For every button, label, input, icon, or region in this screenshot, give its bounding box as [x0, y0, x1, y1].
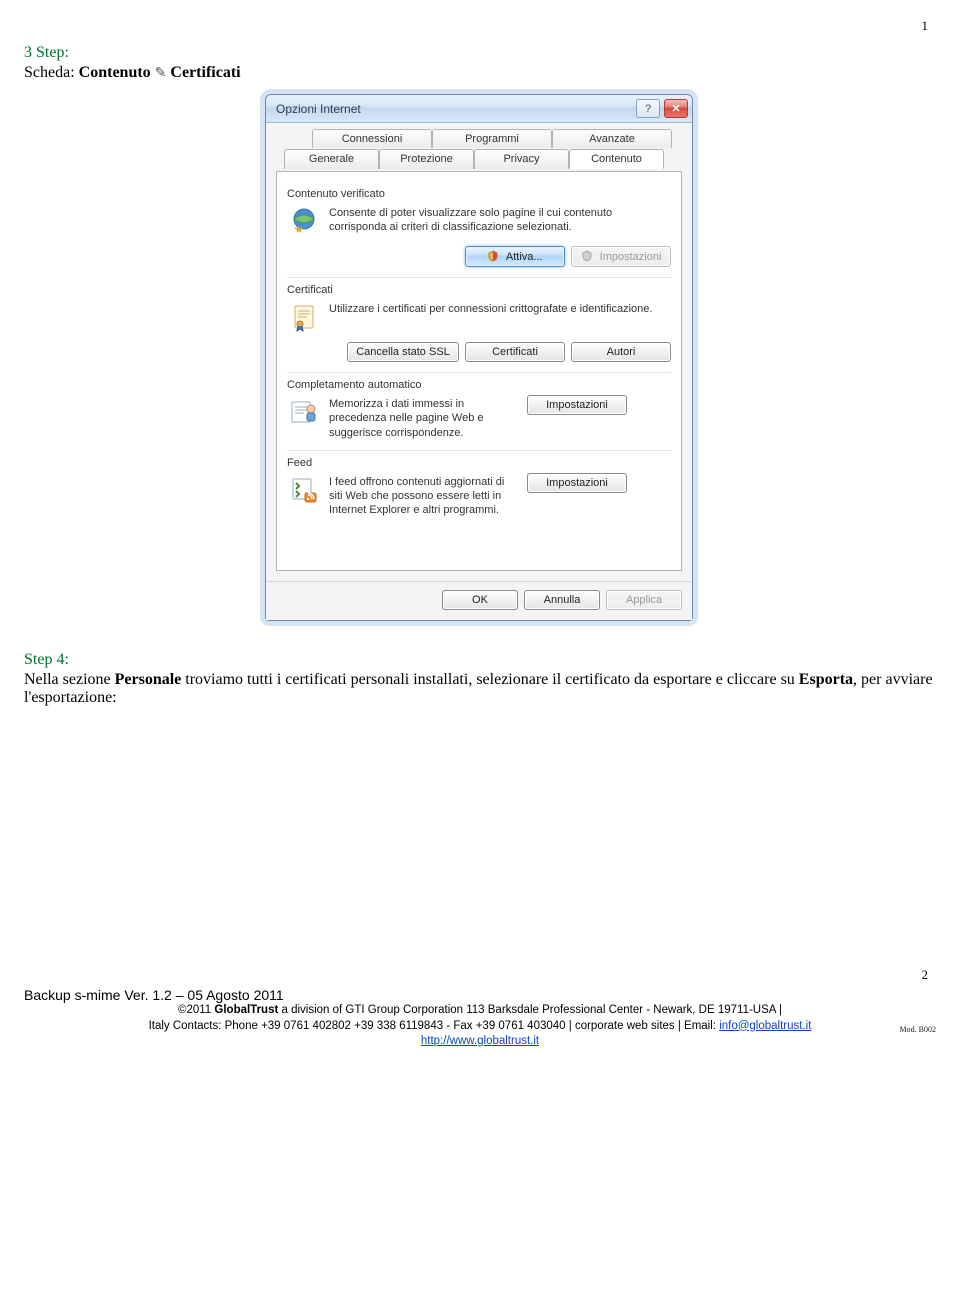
annulla-button[interactable]: Annulla [524, 590, 600, 610]
footer-line1-post: a division of GTI Group Corporation 113 … [278, 1004, 782, 1016]
tab-strip: Connessioni Programmi Avanzate Generale … [276, 129, 682, 173]
footer-title: Backup s-mime Ver. 1.2 – 05 Agosto 2011 [24, 987, 936, 1003]
certificate-icon [287, 300, 321, 334]
footer-mod: Mod. B002 [900, 1025, 936, 1036]
globe-star-icon [287, 204, 321, 238]
close-icon: ✕ [671, 102, 680, 115]
tab-avanzate[interactable]: Avanzate [552, 129, 672, 148]
pencil-icon: ✎ [155, 66, 167, 81]
help-icon: ? [645, 103, 651, 115]
ok-button[interactable]: OK [442, 590, 518, 610]
step4-pre: Nella sezione [24, 671, 115, 688]
page-number-bottom: 2 [24, 967, 936, 983]
dialog-footer: OK Annulla Applica [266, 581, 692, 620]
group3-desc: Memorizza i dati immessi in precedenza n… [329, 395, 519, 440]
dialog-title: Opzioni Internet [276, 102, 361, 116]
step3-scheda-line: Scheda: Contenuto ✎ Certificati [24, 64, 936, 82]
group-feed-header: Feed [287, 457, 671, 469]
shield-icon [487, 250, 499, 262]
close-button[interactable]: ✕ [664, 99, 688, 118]
impostazioni-contenuto-button[interactable]: Impostazioni [571, 246, 671, 267]
attiva-button-label: Attiva... [506, 251, 543, 263]
certificati-button[interactable]: Certificati [465, 342, 565, 362]
impostazioni-completamento-button[interactable]: Impostazioni [527, 395, 627, 415]
tab-generale[interactable]: Generale [284, 149, 379, 169]
footer-url-link[interactable]: http://www.globaltrust.it [421, 1035, 539, 1047]
scheda-certificati: Certificati [170, 64, 240, 81]
tab-contenuto[interactable]: Contenuto [569, 149, 664, 169]
group2-desc: Utilizzare i certificati per connessioni… [329, 300, 671, 334]
attiva-button[interactable]: Attiva... [465, 246, 565, 267]
step4-esporta: Esporta [799, 671, 853, 688]
group-certificati-header: Certificati [287, 284, 671, 296]
footer-email-link[interactable]: info@globaltrust.it [719, 1020, 811, 1032]
scheda-prefix: Scheda: [24, 64, 79, 81]
tab-connessioni[interactable]: Connessioni [312, 129, 432, 148]
group4-desc: I feed offrono contenuti aggiornati di s… [329, 473, 519, 518]
scheda-contenuto: Contenuto [79, 64, 151, 81]
internet-options-dialog: Opzioni Internet ? ✕ Connessioni Program… [265, 94, 693, 621]
autori-button[interactable]: Autori [571, 342, 671, 362]
cancella-ssl-button[interactable]: Cancella stato SSL [347, 342, 459, 362]
step3-label-text: 3 Step: [24, 44, 69, 61]
footer-line2: Italy Contacts: Phone +39 0761 402802 +3… [24, 1019, 936, 1035]
footer-url-line: http://www.globaltrust.it [24, 1034, 936, 1050]
step3-label: 3 Step: [24, 44, 936, 62]
step4-mid: troviamo tutti i certificati personali i… [181, 671, 799, 688]
feed-icon [287, 473, 321, 507]
tab-panel-contenuto: Contenuto verificato Consente di poter v… [276, 171, 682, 571]
dialog-titlebar[interactable]: Opzioni Internet ? ✕ [266, 95, 692, 123]
tab-protezione[interactable]: Protezione [379, 149, 474, 169]
page-number-top: 1 [24, 18, 936, 34]
group-contenuto-verificato-header: Contenuto verificato [287, 188, 671, 200]
step4-block: Step 4: Nella sezione Personale troviamo… [24, 651, 936, 707]
help-button[interactable]: ? [636, 99, 660, 118]
tab-privacy[interactable]: Privacy [474, 149, 569, 169]
step4-paragraph: Nella sezione Personale troviamo tutti i… [24, 671, 936, 707]
step4-label: Step 4: [24, 651, 69, 668]
step4-personale: Personale [115, 671, 182, 688]
form-autocomplete-icon [287, 395, 321, 429]
impostazioni-contenuto-label: Impostazioni [600, 251, 662, 263]
tab-programmi[interactable]: Programmi [432, 129, 552, 148]
footer-globaltrust: GlobalTrust [214, 1004, 278, 1016]
impostazioni-feed-button[interactable]: Impostazioni [527, 473, 627, 493]
group-completamento-header: Completamento automatico [287, 379, 671, 391]
group1-desc: Consente di poter visualizzare solo pagi… [329, 204, 671, 238]
shield-grey-icon [581, 250, 593, 262]
footer-line1: ©2011 GlobalTrust a division of GTI Grou… [24, 1003, 936, 1019]
document-footer: Backup s-mime Ver. 1.2 – 05 Agosto 2011 … [24, 987, 936, 1050]
footer-line2-pre: Italy Contacts: Phone +39 0761 402802 +3… [149, 1020, 720, 1032]
footer-line1-pre: ©2011 [178, 1004, 214, 1016]
applica-button[interactable]: Applica [606, 590, 682, 610]
